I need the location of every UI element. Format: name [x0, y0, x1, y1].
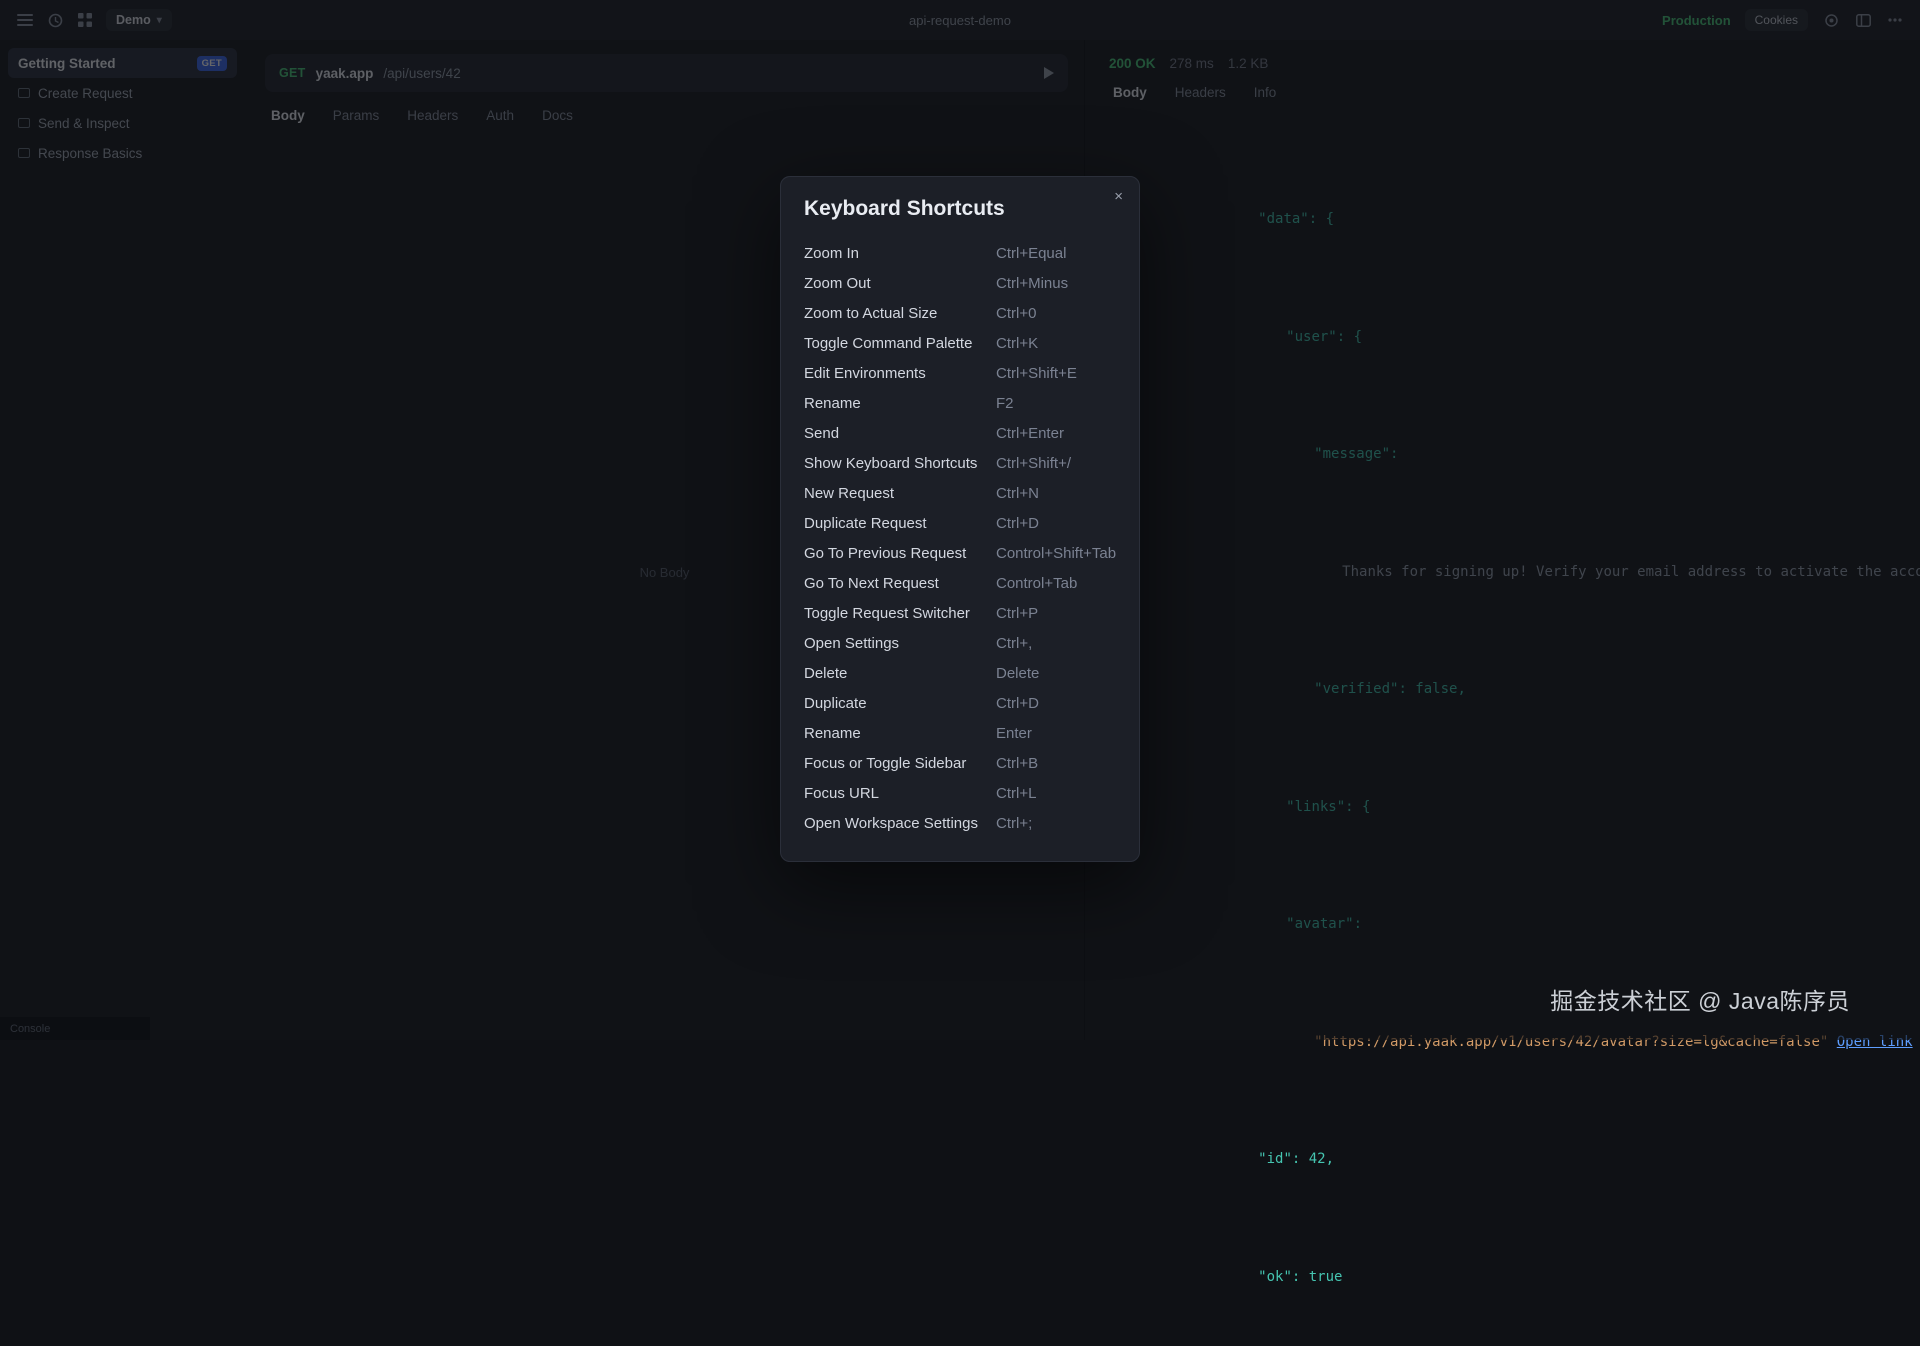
shortcut-keys: Ctrl+D — [996, 515, 1116, 532]
shortcut-label: New Request — [804, 485, 996, 502]
shortcut-row: Toggle Request Switcher Ctrl+P — [804, 598, 1116, 628]
shortcut-label: Open Workspace Settings — [804, 815, 996, 832]
shortcut-keys: F2 — [996, 395, 1116, 412]
shortcut-row: New Request Ctrl+N — [804, 478, 1116, 508]
shortcut-label: Open Settings — [804, 635, 996, 652]
shortcut-keys: Ctrl+Shift+E — [996, 365, 1116, 382]
shortcut-label: Zoom to Actual Size — [804, 305, 996, 322]
shortcut-keys: Control+Shift+Tab — [996, 545, 1116, 562]
shortcut-label: Toggle Command Palette — [804, 335, 996, 352]
shortcut-row: Duplicate Request Ctrl+D — [804, 508, 1116, 538]
shortcut-row: Focus URL Ctrl+L — [804, 778, 1116, 808]
shortcut-keys: Ctrl+N — [996, 485, 1116, 502]
shortcut-keys: Ctrl+Enter — [996, 425, 1116, 442]
shortcut-row: Edit Environments Ctrl+Shift+E — [804, 358, 1116, 388]
shortcut-keys: Ctrl+L — [996, 785, 1116, 802]
shortcut-keys: Ctrl+D — [996, 695, 1116, 712]
shortcut-row: Rename F2 — [804, 388, 1116, 418]
shortcut-keys: Ctrl+, — [996, 635, 1116, 652]
shortcuts-list: Zoom In Ctrl+Equal Zoom Out Ctrl+Minus Z… — [804, 238, 1116, 838]
shortcut-keys: Ctrl+Equal — [996, 245, 1116, 262]
shortcut-row: Zoom In Ctrl+Equal — [804, 238, 1116, 268]
shortcut-label: Zoom Out — [804, 275, 996, 292]
shortcut-keys: Delete — [996, 665, 1116, 682]
shortcut-label: Send — [804, 425, 996, 442]
code-line-text: "id": 42, — [1258, 1151, 1334, 1167]
shortcut-label: Rename — [804, 395, 996, 412]
keyboard-shortcuts-dialog: × Keyboard Shortcuts Zoom In Ctrl+Equal … — [780, 176, 1140, 862]
code-line: "ok": true — [1157, 1248, 1920, 1307]
shortcut-row: Focus or Toggle Sidebar Ctrl+B — [804, 748, 1116, 778]
shortcut-label: Edit Environments — [804, 365, 996, 382]
dialog-title: Keyboard Shortcuts — [804, 197, 1116, 221]
shortcut-row: Go To Previous Request Control+Shift+Tab — [804, 538, 1116, 568]
shortcut-label: Rename — [804, 725, 996, 742]
shortcut-row: Go To Next Request Control+Tab — [804, 568, 1116, 598]
shortcut-row: Toggle Command Palette Ctrl+K — [804, 328, 1116, 358]
shortcut-label: Delete — [804, 665, 996, 682]
shortcut-row: Zoom to Actual Size Ctrl+0 — [804, 298, 1116, 328]
shortcut-keys: Ctrl+; — [996, 815, 1116, 832]
shortcut-row: Zoom Out Ctrl+Minus — [804, 268, 1116, 298]
shortcut-row: Open Workspace Settings Ctrl+; — [804, 808, 1116, 838]
shortcut-keys: Ctrl+K — [996, 335, 1116, 352]
shortcut-row: Delete Delete — [804, 658, 1116, 688]
shortcut-keys: Ctrl+Minus — [996, 275, 1116, 292]
shortcut-row: Open Settings Ctrl+, — [804, 628, 1116, 658]
code-line-text: "ok": true — [1258, 1269, 1342, 1285]
shortcut-row: Duplicate Ctrl+D — [804, 688, 1116, 718]
shortcut-label: Duplicate — [804, 695, 996, 712]
shortcut-label: Toggle Request Switcher — [804, 605, 996, 622]
shortcut-keys: Control+Tab — [996, 575, 1116, 592]
shortcut-label: Show Keyboard Shortcuts — [804, 455, 996, 472]
shortcut-label: Focus URL — [804, 785, 996, 802]
shortcut-label: Focus or Toggle Sidebar — [804, 755, 996, 772]
shortcut-label: Zoom In — [804, 245, 996, 262]
shortcut-keys: Ctrl+Shift+/ — [996, 455, 1116, 472]
code-line: "id": 42, — [1157, 1131, 1920, 1190]
shortcut-row: Show Keyboard Shortcuts Ctrl+Shift+/ — [804, 448, 1116, 478]
shortcut-keys: Ctrl+0 — [996, 305, 1116, 322]
close-icon[interactable]: × — [1112, 187, 1125, 206]
watermark-text: 掘金技术社区 @ Java陈序员 — [1550, 982, 1850, 1016]
shortcut-keys: Enter — [996, 725, 1116, 742]
shortcut-row: Rename Enter — [804, 718, 1116, 748]
shortcut-row: Send Ctrl+Enter — [804, 418, 1116, 448]
shortcut-label: Go To Previous Request — [804, 545, 996, 562]
shortcut-keys: Ctrl+B — [996, 755, 1116, 772]
shortcut-keys: Ctrl+P — [996, 605, 1116, 622]
shortcut-label: Go To Next Request — [804, 575, 996, 592]
shortcut-label: Duplicate Request — [804, 515, 996, 532]
